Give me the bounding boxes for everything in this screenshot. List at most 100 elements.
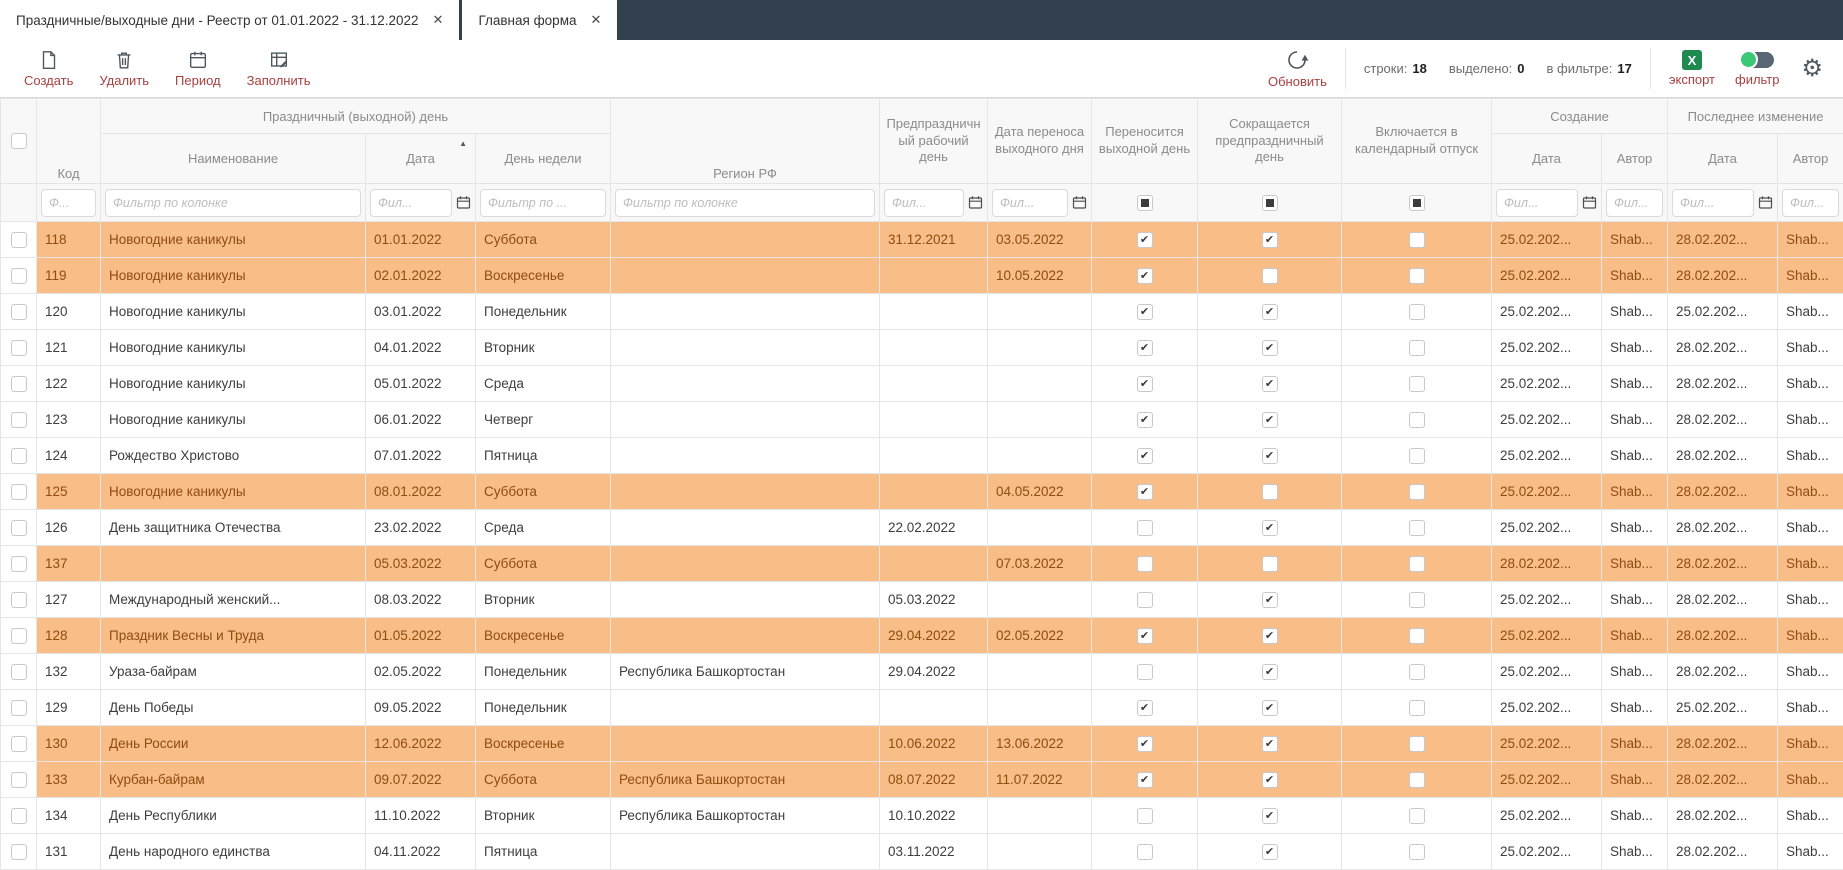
- shortened-checkbox[interactable]: ✔: [1262, 448, 1278, 464]
- table-row[interactable]: 13705.03.2022Суббота07.03.202228.02.202.…: [1, 546, 1843, 582]
- shortened-checkbox[interactable]: [1262, 268, 1278, 284]
- in-vacation-checkbox[interactable]: [1409, 484, 1425, 500]
- transferred-checkbox[interactable]: [1137, 808, 1153, 824]
- filter-modified-date-input[interactable]: [1672, 189, 1754, 217]
- transferred-checkbox[interactable]: ✔: [1137, 700, 1153, 716]
- filter-in-vacation-checkbox[interactable]: [1409, 195, 1425, 211]
- table-row[interactable]: 120Новогодние каникулы03.01.2022Понедель…: [1, 294, 1843, 330]
- row-select-checkbox[interactable]: [11, 772, 27, 788]
- in-vacation-checkbox[interactable]: [1409, 628, 1425, 644]
- in-vacation-checkbox[interactable]: [1409, 808, 1425, 824]
- row-select-checkbox[interactable]: [11, 664, 27, 680]
- table-row[interactable]: 134День Республики11.10.2022ВторникРеспу…: [1, 798, 1843, 834]
- filter-created-date-input[interactable]: [1496, 189, 1578, 217]
- tab-main-form[interactable]: Главная форма ✕: [462, 0, 617, 40]
- shortened-checkbox[interactable]: ✔: [1262, 808, 1278, 824]
- tab-holidays-registry[interactable]: Праздничные/выходные дни - Реестр от 01.…: [0, 0, 459, 40]
- row-select-checkbox[interactable]: [11, 412, 27, 428]
- in-vacation-checkbox[interactable]: [1409, 592, 1425, 608]
- col-header-modified-author[interactable]: Автор: [1778, 134, 1843, 184]
- row-select-checkbox[interactable]: [11, 736, 27, 752]
- transferred-checkbox[interactable]: [1137, 592, 1153, 608]
- close-icon[interactable]: ✕: [433, 12, 444, 28]
- table-row[interactable]: 132Ураза-байрам02.05.2022ПонедельникРесп…: [1, 654, 1843, 690]
- create-button[interactable]: Создать: [24, 49, 73, 88]
- filter-toggle-button[interactable]: фильтр: [1735, 50, 1779, 87]
- transferred-checkbox[interactable]: ✔: [1137, 736, 1153, 752]
- table-row[interactable]: 123Новогодние каникулы06.01.2022Четверг✔…: [1, 402, 1843, 438]
- transferred-checkbox[interactable]: ✔: [1137, 268, 1153, 284]
- col-header-date[interactable]: Дата▲: [366, 134, 476, 184]
- shortened-checkbox[interactable]: ✔: [1262, 664, 1278, 680]
- col-header-in-vacation[interactable]: Включается в календарный отпуск: [1342, 99, 1492, 184]
- filter-weekday-input[interactable]: [480, 189, 606, 217]
- export-button[interactable]: X экспорт: [1669, 50, 1715, 87]
- table-row[interactable]: 118Новогодние каникулы01.01.2022Суббота3…: [1, 222, 1843, 258]
- shortened-checkbox[interactable]: ✔: [1262, 592, 1278, 608]
- row-select-checkbox[interactable]: [11, 592, 27, 608]
- calendar-icon[interactable]: [1582, 195, 1597, 210]
- transferred-checkbox[interactable]: ✔: [1137, 772, 1153, 788]
- col-header-preholiday[interactable]: Предпраздничный рабочий день: [880, 99, 988, 184]
- period-button[interactable]: Период: [175, 49, 221, 88]
- filter-transferred-checkbox[interactable]: [1137, 195, 1153, 211]
- select-all-checkbox[interactable]: [11, 133, 27, 149]
- in-vacation-checkbox[interactable]: [1409, 556, 1425, 572]
- row-select-checkbox[interactable]: [11, 340, 27, 356]
- transferred-checkbox[interactable]: ✔: [1137, 412, 1153, 428]
- calendar-icon[interactable]: [1072, 195, 1087, 210]
- in-vacation-checkbox[interactable]: [1409, 268, 1425, 284]
- col-header-name[interactable]: Наименование: [101, 134, 366, 184]
- filter-modified-author-input[interactable]: [1782, 189, 1839, 217]
- transferred-checkbox[interactable]: ✔: [1137, 340, 1153, 356]
- table-row[interactable]: 128Праздник Весны и Труда01.05.2022Воскр…: [1, 618, 1843, 654]
- row-select-checkbox[interactable]: [11, 700, 27, 716]
- row-select-checkbox[interactable]: [11, 844, 27, 860]
- shortened-checkbox[interactable]: ✔: [1262, 736, 1278, 752]
- shortened-checkbox[interactable]: ✔: [1262, 304, 1278, 320]
- table-row[interactable]: 129День Победы09.05.2022Понедельник✔✔25.…: [1, 690, 1843, 726]
- in-vacation-checkbox[interactable]: [1409, 232, 1425, 248]
- in-vacation-checkbox[interactable]: [1409, 304, 1425, 320]
- close-icon[interactable]: ✕: [590, 12, 601, 28]
- calendar-icon[interactable]: [456, 195, 471, 210]
- filter-shortened-checkbox[interactable]: [1262, 195, 1278, 211]
- in-vacation-checkbox[interactable]: [1409, 448, 1425, 464]
- shortened-checkbox[interactable]: ✔: [1262, 376, 1278, 392]
- transferred-checkbox[interactable]: ✔: [1137, 448, 1153, 464]
- transferred-checkbox[interactable]: ✔: [1137, 484, 1153, 500]
- gear-icon[interactable]: ⚙: [1801, 57, 1823, 81]
- in-vacation-checkbox[interactable]: [1409, 340, 1425, 356]
- shortened-checkbox[interactable]: ✔: [1262, 700, 1278, 716]
- col-header-weekday[interactable]: День недели: [476, 134, 611, 184]
- table-row[interactable]: 119Новогодние каникулы02.01.2022Воскресе…: [1, 258, 1843, 294]
- table-row[interactable]: 133Курбан-байрам09.07.2022СубботаРеспубл…: [1, 762, 1843, 798]
- delete-button[interactable]: Удалить: [99, 49, 149, 88]
- table-row[interactable]: 126День защитника Отечества23.02.2022Сре…: [1, 510, 1843, 546]
- in-vacation-checkbox[interactable]: [1409, 412, 1425, 428]
- row-select-checkbox[interactable]: [11, 556, 27, 572]
- table-row[interactable]: 121Новогодние каникулы04.01.2022Вторник✔…: [1, 330, 1843, 366]
- col-header-created-date[interactable]: Дата: [1492, 134, 1602, 184]
- table-row[interactable]: 124Рождество Христово07.01.2022Пятница✔✔…: [1, 438, 1843, 474]
- shortened-checkbox[interactable]: ✔: [1262, 232, 1278, 248]
- filter-date-input[interactable]: [370, 189, 452, 217]
- transferred-checkbox[interactable]: [1137, 520, 1153, 536]
- table-row[interactable]: 127Международный женский...08.03.2022Вто…: [1, 582, 1843, 618]
- shortened-checkbox[interactable]: ✔: [1262, 412, 1278, 428]
- toggle-icon[interactable]: [1740, 52, 1774, 68]
- shortened-checkbox[interactable]: ✔: [1262, 844, 1278, 860]
- transferred-checkbox[interactable]: ✔: [1137, 304, 1153, 320]
- row-select-checkbox[interactable]: [11, 628, 27, 644]
- shortened-checkbox[interactable]: ✔: [1262, 628, 1278, 644]
- col-header-region[interactable]: Регион РФ: [611, 99, 880, 184]
- row-select-checkbox[interactable]: [11, 232, 27, 248]
- calendar-icon[interactable]: [1758, 195, 1773, 210]
- filter-created-author-input[interactable]: [1606, 189, 1663, 217]
- shortened-checkbox[interactable]: ✔: [1262, 520, 1278, 536]
- row-select-checkbox[interactable]: [11, 520, 27, 536]
- table-row[interactable]: 131День народного единства04.11.2022Пятн…: [1, 834, 1843, 870]
- table-row[interactable]: 125Новогодние каникулы08.01.2022Суббота0…: [1, 474, 1843, 510]
- transferred-checkbox[interactable]: [1137, 556, 1153, 572]
- in-vacation-checkbox[interactable]: [1409, 664, 1425, 680]
